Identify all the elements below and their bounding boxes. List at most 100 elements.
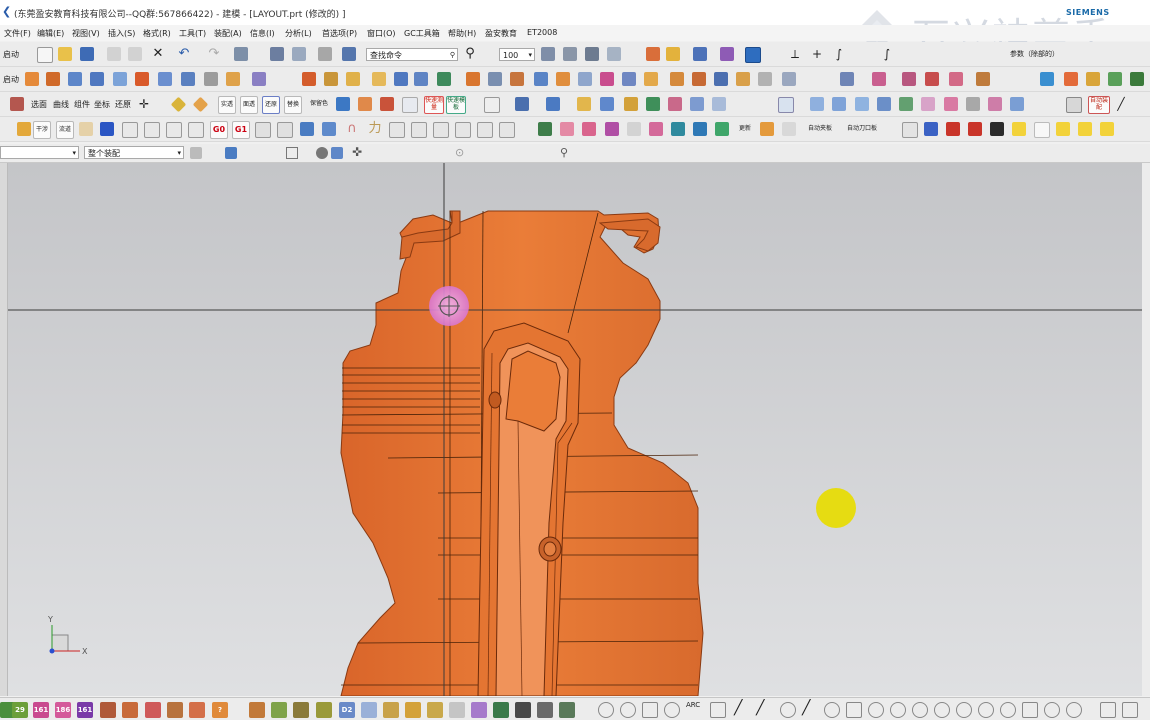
swept-icon[interactable]: [877, 97, 891, 111]
line-b-icon[interactable]: ╱: [756, 700, 764, 716]
circle-tool-icon[interactable]: [598, 702, 614, 718]
runner-button[interactable]: 流道: [56, 121, 74, 139]
mold-wizard-icon[interactable]: [17, 122, 31, 136]
contour-icon[interactable]: [166, 122, 182, 138]
line-a-icon[interactable]: ╱: [734, 700, 742, 716]
d2-chip[interactable]: D2: [339, 702, 355, 718]
grid-icon[interactable]: [607, 47, 621, 61]
tool-d-icon[interactable]: [455, 122, 471, 138]
trim-tool-icon[interactable]: [912, 702, 928, 718]
loft-icon[interactable]: [712, 97, 726, 111]
tool-chip-15[interactable]: [471, 702, 487, 718]
constraint-icon[interactable]: [1000, 702, 1016, 718]
move-icon[interactable]: [292, 47, 306, 61]
layer-161b-chip[interactable]: 161: [77, 702, 93, 718]
tool-chip-3[interactable]: [145, 702, 161, 718]
line-icon[interactable]: +: [810, 47, 824, 61]
auto-clamp-button[interactable]: 自动夹板: [803, 121, 837, 137]
picture-icon[interactable]: [300, 122, 314, 136]
plugin-d-icon[interactable]: [1130, 72, 1144, 86]
yellow-b-icon[interactable]: [1056, 122, 1070, 136]
quick-pick-icon[interactable]: ⚲: [560, 146, 568, 159]
fit-window-icon[interactable]: [1066, 97, 1082, 113]
restore-button[interactable]: 还原: [262, 96, 280, 114]
delete-icon[interactable]: ✕: [151, 47, 165, 61]
light-icon[interactable]: [925, 72, 939, 86]
extrude-icon[interactable]: [68, 72, 82, 86]
tool-chip-14[interactable]: [449, 702, 465, 718]
offset-icon[interactable]: [346, 72, 360, 86]
plugin-c-icon[interactable]: [1108, 72, 1122, 86]
slot-icon[interactable]: [204, 72, 218, 86]
tool-a-icon[interactable]: [389, 122, 405, 138]
format-icon[interactable]: [318, 47, 332, 61]
tool-chip-11[interactable]: [383, 702, 399, 718]
shell-icon[interactable]: [414, 72, 428, 86]
rect-tool-icon[interactable]: [1022, 702, 1038, 718]
vector-icon[interactable]: [720, 47, 734, 61]
layer-186-chip[interactable]: 186: [55, 702, 71, 718]
arrow-right-icon[interactable]: [968, 122, 982, 136]
cylinder-icon[interactable]: [46, 72, 60, 86]
filter-reset-icon[interactable]: [190, 147, 202, 159]
section-icon[interactable]: [666, 47, 680, 61]
tool-chip-7[interactable]: [271, 702, 287, 718]
menu-format[interactable]: 格式(R): [143, 28, 171, 39]
mold-icon[interactable]: [1040, 72, 1054, 86]
undo-icon[interactable]: ↶: [177, 47, 191, 61]
move-face-icon[interactable]: [622, 72, 636, 86]
point-tool-icon[interactable]: [780, 702, 796, 718]
polygon-icon[interactable]: [642, 702, 658, 718]
keep-color-button[interactable]: 保留色: [306, 96, 332, 112]
tool-chip-6[interactable]: [249, 702, 265, 718]
angle-icon[interactable]: [846, 702, 862, 718]
tool-chip-4[interactable]: [167, 702, 183, 718]
tool-b-icon[interactable]: [411, 122, 427, 138]
render-icon[interactable]: [872, 72, 886, 86]
snap-icon[interactable]: [270, 47, 284, 61]
face-blend-icon[interactable]: [832, 97, 846, 111]
tool-chip-16[interactable]: [493, 702, 509, 718]
redo-icon[interactable]: ↷: [207, 47, 221, 61]
studio-icon[interactable]: [921, 97, 935, 111]
axis-icon[interactable]: ✛: [137, 97, 151, 111]
resize-icon[interactable]: [714, 72, 728, 86]
circle-center-icon[interactable]: [620, 702, 636, 718]
block-icon[interactable]: [25, 72, 39, 86]
fillet-icon[interactable]: [710, 702, 726, 718]
diamond-icon[interactable]: [170, 96, 187, 113]
paste-icon[interactable]: [128, 47, 142, 61]
measure-icon[interactable]: [646, 47, 660, 61]
arch-icon[interactable]: ∩: [345, 122, 359, 136]
cube-icon[interactable]: [546, 97, 560, 111]
electrode-icon[interactable]: [671, 122, 685, 136]
wire-icon[interactable]: [693, 122, 707, 136]
material-icon[interactable]: [902, 72, 916, 86]
nsided-icon[interactable]: [944, 97, 958, 111]
dim-icon[interactable]: [868, 702, 884, 718]
new-file-icon[interactable]: [37, 47, 53, 63]
palette-icon[interactable]: [336, 97, 350, 111]
rotate-icon[interactable]: [255, 122, 271, 138]
arc-label[interactable]: ARC: [686, 701, 700, 709]
yellow-c-icon[interactable]: [1078, 122, 1092, 136]
tool-chip-2[interactable]: [122, 702, 138, 718]
line-c-icon[interactable]: ╱: [802, 700, 810, 716]
tool-chip-1[interactable]: [100, 702, 116, 718]
flat-icon[interactable]: [277, 122, 293, 138]
view-shaded-icon[interactable]: [840, 72, 854, 86]
select-face-label[interactable]: 选面: [31, 99, 47, 110]
flange-icon[interactable]: [1010, 97, 1024, 111]
menu-info[interactable]: 信息(I): [250, 28, 275, 39]
menu-insert[interactable]: 插入(S): [108, 28, 135, 39]
region-icon[interactable]: [692, 72, 706, 86]
restore-label[interactable]: 还原: [115, 99, 131, 110]
menu-yingan[interactable]: 盈安教育: [485, 28, 517, 39]
quick-measure-button[interactable]: 快速测量: [424, 96, 444, 114]
menu-edit[interactable]: 编辑(E): [37, 28, 64, 39]
tool-chip-13[interactable]: [427, 702, 443, 718]
tool-chip-10[interactable]: [361, 702, 377, 718]
hole-icon[interactable]: [113, 72, 127, 86]
stack-icon[interactable]: [624, 97, 638, 111]
extension-icon[interactable]: [966, 97, 980, 111]
